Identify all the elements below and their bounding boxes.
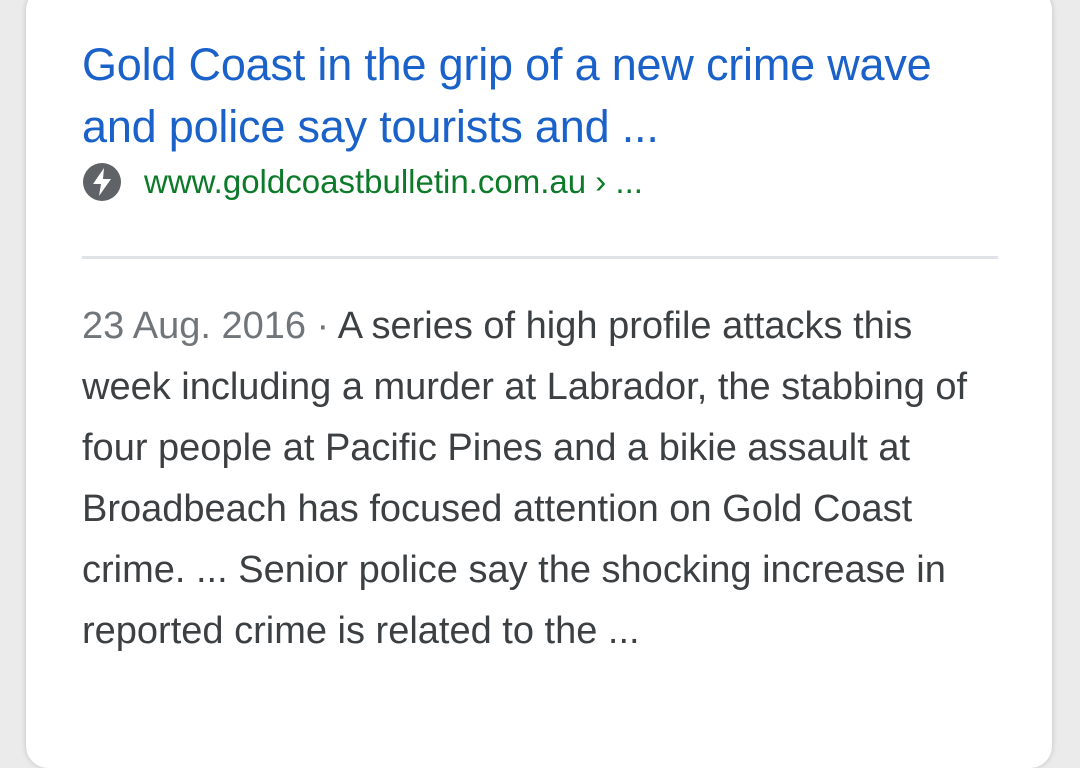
result-date: 23 Aug. 2016 xyxy=(82,305,306,347)
result-title-link[interactable]: Gold Coast in the grip of a new crime wa… xyxy=(82,34,1012,158)
divider xyxy=(82,256,998,259)
result-snippet: 23 Aug. 2016 · A series of high profile … xyxy=(82,296,982,662)
snippet-text: A series of high profile attacks this we… xyxy=(82,305,968,652)
result-url-row[interactable]: www.goldcoastbulletin.com.au › ... xyxy=(82,160,643,204)
amp-lightning-icon xyxy=(82,162,122,202)
result-url[interactable]: www.goldcoastbulletin.com.au › ... xyxy=(144,163,643,201)
date-separator: · xyxy=(306,305,338,347)
